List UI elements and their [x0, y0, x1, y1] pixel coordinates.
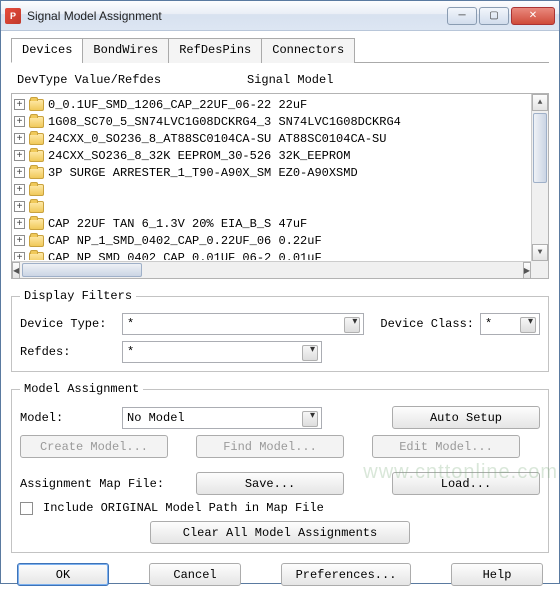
folder-icon: [29, 201, 44, 213]
tabstrip: Devices BondWires RefDesPins Connectors: [11, 37, 549, 63]
column-header-right: Signal Model: [247, 73, 333, 87]
edit-model-button[interactable]: Edit Model...: [372, 435, 520, 458]
device-type-label: Device Type:: [20, 317, 116, 331]
help-button[interactable]: Help: [451, 563, 543, 586]
vertical-scrollbar[interactable]: ▲ ▼: [531, 94, 548, 261]
tree-item-label: CAP 22UF TAN 6_1.3V 20% EIA_B_S 47uF: [48, 217, 307, 231]
minimize-button[interactable]: ─: [447, 7, 477, 25]
scroll-thumb-horizontal[interactable]: [22, 263, 142, 277]
expand-icon[interactable]: +: [14, 99, 25, 110]
device-tree[interactable]: +0_0.1UF_SMD_1206_CAP_22UF_06-22 22uF+1G…: [11, 93, 549, 279]
tree-row[interactable]: +1G08_SC70_5_SN74LVC1G08DCKRG4_3 SN74LVC…: [14, 113, 530, 130]
preferences-button[interactable]: Preferences...: [281, 563, 411, 586]
folder-icon: [29, 167, 44, 179]
scroll-right-icon[interactable]: ▶: [523, 262, 531, 279]
window-buttons: ─ ▢ ✕: [447, 7, 555, 25]
tab-bondwires[interactable]: BondWires: [82, 38, 169, 63]
tree-item-label: 24CXX_0_SO236_8_AT88SC0104CA-SU AT88SC01…: [48, 132, 386, 146]
folder-icon: [29, 150, 44, 162]
tree-item-label: CAP NP_SMD_0402_CAP_0.01UF_06-2 0.01uF: [48, 251, 322, 261]
tree-row[interactable]: + CAP NP_SMD_0402_CAP_0.01UF_06-2 0.01uF: [14, 249, 530, 260]
model-label: Model:: [20, 411, 116, 425]
app-icon: P: [5, 8, 21, 24]
tree-item-label: 24CXX_SO236_8_32K EEPROM_30-526 32K_EEPR…: [48, 149, 350, 163]
model-assignment-group: Model Assignment Model: No Model Auto Se…: [11, 382, 549, 553]
save-map-button[interactable]: Save...: [196, 472, 344, 495]
column-header-left: DevType Value/Refdes: [17, 73, 247, 87]
folder-icon: [29, 133, 44, 145]
close-button[interactable]: ✕: [511, 7, 555, 25]
tree-row[interactable]: +: [14, 181, 530, 198]
tree-row[interactable]: +24CXX_SO236_8_32K EEPROM_30-526 32K_EEP…: [14, 147, 530, 164]
refdes-label: Refdes:: [20, 345, 116, 359]
tree-row[interactable]: +: [14, 198, 530, 215]
find-model-button[interactable]: Find Model...: [196, 435, 344, 458]
refdes-combo[interactable]: *: [122, 341, 322, 363]
expand-icon[interactable]: +: [14, 218, 25, 229]
scroll-left-icon[interactable]: ◀: [12, 262, 20, 279]
include-original-checkbox[interactable]: [20, 502, 33, 515]
tree-row[interactable]: +0_0.1UF_SMD_1206_CAP_22UF_06-22 22uF: [14, 96, 530, 113]
load-map-button[interactable]: Load...: [392, 472, 540, 495]
cancel-button[interactable]: Cancel: [149, 563, 241, 586]
tree-item-label: 0_0.1UF_SMD_1206_CAP_22UF_06-22 22uF: [48, 98, 307, 112]
expand-icon[interactable]: +: [14, 201, 25, 212]
column-headers: DevType Value/Refdes Signal Model: [11, 63, 549, 93]
device-class-combo[interactable]: *: [480, 313, 540, 335]
tab-refdespins[interactable]: RefDesPins: [168, 38, 262, 63]
titlebar: P Signal Model Assignment ─ ▢ ✕: [1, 1, 559, 31]
window-title: Signal Model Assignment: [27, 9, 447, 23]
tab-connectors[interactable]: Connectors: [261, 38, 355, 63]
horizontal-scrollbar[interactable]: ◀ ▶: [12, 261, 531, 278]
expand-icon[interactable]: +: [14, 133, 25, 144]
ok-button[interactable]: OK: [17, 563, 109, 586]
model-combo[interactable]: No Model: [122, 407, 322, 429]
device-class-label: Device Class:: [380, 317, 474, 331]
scroll-up-icon[interactable]: ▲: [532, 94, 548, 111]
folder-icon: [29, 184, 44, 196]
expand-icon[interactable]: +: [14, 116, 25, 127]
scroll-down-icon[interactable]: ▼: [532, 244, 548, 261]
maximize-button[interactable]: ▢: [479, 7, 509, 25]
expand-icon[interactable]: +: [14, 252, 25, 260]
folder-icon: [29, 116, 44, 128]
tree-item-label: 3P SURGE ARRESTER_1_T90-A90X_SM EZ0-A90X…: [48, 166, 358, 180]
folder-icon: [29, 218, 44, 230]
map-file-label: Assignment Map File:: [20, 477, 164, 491]
display-filters-group: Display Filters Device Type: * Device Cl…: [11, 289, 549, 372]
create-model-button[interactable]: Create Model...: [20, 435, 168, 458]
expand-icon[interactable]: +: [14, 235, 25, 246]
tree-row[interactable]: +24CXX_0_SO236_8_AT88SC0104CA-SU AT88SC0…: [14, 130, 530, 147]
display-filters-legend: Display Filters: [20, 289, 136, 303]
tree-item-label: CAP NP_1_SMD_0402_CAP_0.22UF_06 0.22uF: [48, 234, 322, 248]
clear-all-button[interactable]: Clear All Model Assignments: [150, 521, 410, 544]
tree-item-label: 1G08_SC70_5_SN74LVC1G08DCKRG4_3 SN74LVC1…: [48, 115, 401, 129]
folder-icon: [29, 252, 44, 261]
folder-icon: [29, 99, 44, 111]
include-original-label: Include ORIGINAL Model Path in Map File: [43, 501, 324, 515]
tree-row[interactable]: + CAP 22UF TAN 6_1.3V 20% EIA_B_S 47uF: [14, 215, 530, 232]
expand-icon[interactable]: +: [14, 184, 25, 195]
expand-icon[interactable]: +: [14, 167, 25, 178]
tab-devices[interactable]: Devices: [11, 38, 83, 63]
tree-row[interactable]: + CAP NP_1_SMD_0402_CAP_0.22UF_06 0.22uF: [14, 232, 530, 249]
auto-setup-button[interactable]: Auto Setup: [392, 406, 540, 429]
folder-icon: [29, 235, 44, 247]
model-assignment-legend: Model Assignment: [20, 382, 143, 396]
device-type-combo[interactable]: *: [122, 313, 364, 335]
dialog-buttons: OK Cancel Preferences... Help: [11, 553, 549, 588]
scroll-thumb-vertical[interactable]: [533, 113, 547, 183]
expand-icon[interactable]: +: [14, 150, 25, 161]
tree-row[interactable]: +3P SURGE ARRESTER_1_T90-A90X_SM EZ0-A90…: [14, 164, 530, 181]
